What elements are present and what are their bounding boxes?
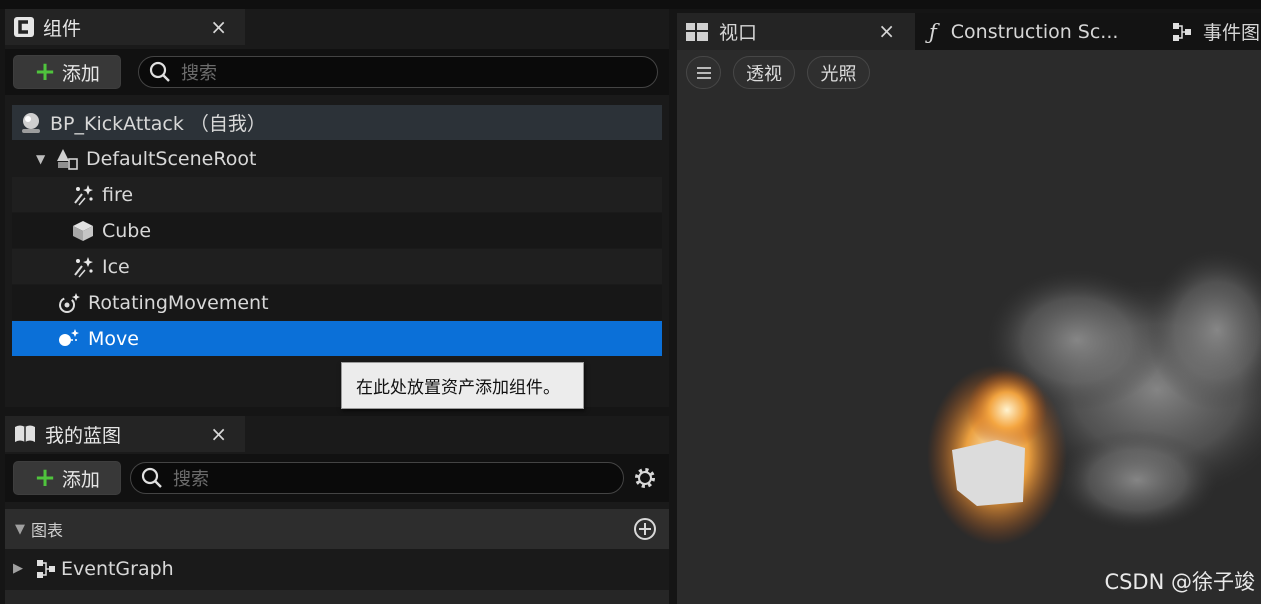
graph-icon (33, 556, 59, 582)
book-icon (13, 423, 37, 445)
tree-row-label: Move (88, 327, 139, 350)
tree-row-label: Ice (102, 255, 130, 278)
actor-icon (18, 110, 44, 136)
my-blueprint-panel: 我的蓝图 × + 添加 搜索 ▼ 图表 ▶ EventGraph (5, 416, 669, 604)
blueprint-search-input[interactable]: 搜索 (130, 462, 624, 494)
tree-row-cube[interactable]: Cube (12, 213, 662, 248)
tree-row-label: RotatingMovement (88, 291, 269, 314)
close-icon[interactable]: × (878, 19, 895, 43)
top-strip (0, 0, 1261, 9)
blueprint-search-placeholder: 搜索 (173, 469, 209, 490)
tree-row-label: BP_KickAttack （自我） (50, 113, 266, 135)
collapse-arrow-icon[interactable]: ▼ (15, 522, 25, 537)
close-icon[interactable]: × (210, 422, 227, 446)
list-divider (5, 590, 669, 604)
scene-root-icon (54, 146, 80, 172)
tree-row-rotating-movement[interactable]: RotatingMovement (12, 285, 662, 320)
tree-row-fire[interactable]: fire (12, 177, 662, 212)
viewport-tab-bar: 视口 × ƒ Construction Sc... 事件图 (677, 13, 1261, 50)
blueprint-toolbar: + 添加 搜索 (5, 454, 669, 502)
movement-icon (56, 326, 82, 352)
particle-icon (70, 254, 96, 280)
search-icon (149, 61, 170, 82)
expand-arrow-icon[interactable]: ▶ (13, 561, 33, 576)
add-blueprint-item-button[interactable]: + 添加 (13, 461, 121, 495)
watermark-text: CSDN @徐子竣 (1104, 570, 1255, 594)
graphs-section-label: 图表 (31, 521, 64, 540)
tree-row-label: DefaultSceneRoot (86, 147, 257, 170)
tree-row-move[interactable]: Move (12, 321, 662, 356)
components-panel-icon (13, 16, 35, 38)
tab-my-blueprint-title: 我的蓝图 (45, 424, 122, 447)
tab-viewport-title: 视口 (719, 22, 758, 44)
components-panel: 组件 × + 添加 搜索 BP_KickAttack （自我） ▼ Defaul… (5, 9, 669, 407)
function-icon: ƒ (929, 19, 937, 44)
close-icon[interactable]: × (210, 15, 227, 39)
tree-row-ice[interactable]: Ice (12, 249, 662, 284)
tab-components[interactable]: 组件 × (5, 9, 245, 45)
viewport-icon (685, 22, 709, 42)
viewport-scene[interactable] (677, 50, 1261, 604)
event-graph-label: EventGraph (61, 557, 174, 580)
add-component-button[interactable]: + 添加 (13, 55, 121, 89)
add-graph-icon[interactable] (633, 517, 657, 541)
graphs-section-header[interactable]: ▼ 图表 (5, 509, 669, 549)
plus-icon: + (34, 463, 56, 493)
graph-icon (1171, 21, 1193, 43)
plus-icon: + (34, 57, 56, 87)
drop-asset-tooltip: 在此处放置资产添加组件。 (341, 362, 584, 409)
gear-icon[interactable] (633, 466, 657, 490)
components-search-placeholder: 搜索 (181, 63, 217, 84)
tab-viewport[interactable]: 视口 × (677, 13, 915, 50)
list-item-event-graph[interactable]: ▶ EventGraph (5, 551, 669, 586)
tab-construction-script[interactable]: ƒ Construction Sc... (929, 13, 1159, 50)
collapse-arrow-icon[interactable]: ▼ (36, 152, 54, 166)
tab-event-graph-title: 事件图 (1203, 22, 1261, 44)
add-component-label: 添加 (61, 62, 100, 85)
rotating-movement-icon (56, 290, 82, 316)
tree-row-label: Cube (102, 219, 152, 242)
viewport-panel: 视口 × ƒ Construction Sc... 事件图 透视 光照 CSDN… (677, 13, 1261, 604)
tab-event-graph[interactable]: 事件图 (1171, 13, 1261, 50)
tree-row-default-scene-root[interactable]: ▼ DefaultSceneRoot (12, 141, 662, 176)
components-search-input[interactable]: 搜索 (138, 56, 658, 88)
components-toolbar: + 添加 搜索 (5, 49, 669, 95)
tab-construction-script-title: Construction Sc... (950, 20, 1119, 43)
search-icon (141, 467, 162, 488)
tab-components-title: 组件 (43, 17, 82, 40)
tree-row-root[interactable]: BP_KickAttack （自我） (12, 105, 662, 140)
add-blueprint-label: 添加 (61, 468, 100, 491)
particle-icon (70, 182, 96, 208)
cube-icon (70, 218, 96, 244)
tab-my-blueprint[interactable]: 我的蓝图 × (5, 416, 245, 452)
tree-row-label: fire (102, 183, 134, 206)
